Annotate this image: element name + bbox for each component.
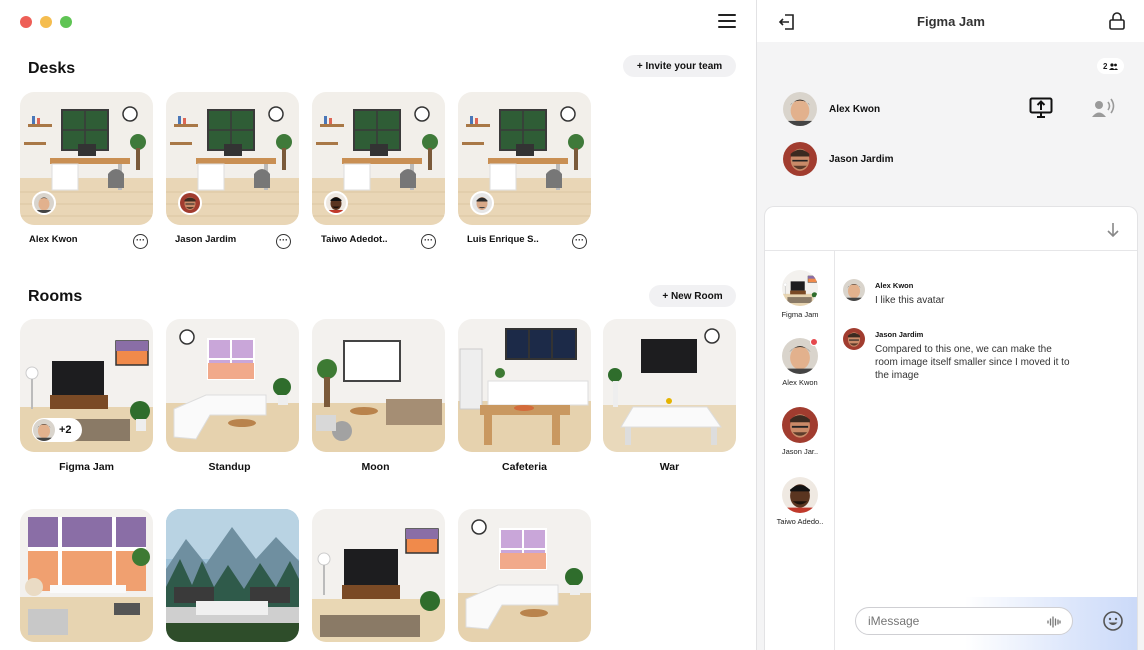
message-text: Compared to this one, we can make the ro… [875,344,1070,381]
avatar [843,328,865,350]
chat-room-figma-jam[interactable]: Figma Jam [765,270,835,319]
chat-message: Jason Jardim Compared to this one, we ca… [843,328,1075,382]
room-title: Figma Jam [917,14,985,29]
message-input-wrap [855,607,1073,635]
desk-owner-name: Jason Jardim [175,234,237,245]
rooms-title: Rooms [28,288,83,305]
avatar [33,419,55,441]
room-name: Standup [208,461,251,473]
room-image [312,319,445,452]
avatar [843,279,865,301]
room-panel-header: Figma Jam [757,0,1144,42]
chat-room-label: Jason Jar.. [781,447,819,456]
emoji-icon[interactable] [1102,610,1124,632]
unread-indicator [810,338,818,346]
avatar [32,191,56,215]
people-icon [1109,62,1119,70]
room-name: Moon [361,461,390,473]
member-count: 2 [1103,61,1108,71]
chat-room-taiwo[interactable]: Taiwo Adedo.. [765,477,835,526]
workspace-pane: Desks + Invite your team Alex Kwon Jason… [0,0,756,650]
avatar [470,191,494,215]
room-panel: Figma Jam 2 Alex Kwon Jason Jardim Figma… [756,0,1144,650]
minimize-window-button[interactable] [40,16,52,28]
chevron-down-icon[interactable] [1105,221,1121,239]
chat-message: Alex Kwon I like this avatar [843,279,1075,307]
chat-panel: Figma Jam Alex Kwon Jason Jar.. Taiwo Ad… [764,206,1138,650]
room-card-figma-jam[interactable]: +2 [20,319,153,452]
new-room-button[interactable]: + New Room [649,285,736,307]
room-thumbnail [782,270,818,306]
avatar [178,191,202,215]
message-text: I like this avatar [875,295,945,306]
desk-card-taiwo[interactable] [312,92,445,225]
participants-count: +2 [59,424,72,436]
desk-owner-name: Taiwo Adedot.. [321,234,388,245]
room-image [603,319,736,452]
chat-bubble-icon[interactable] [572,234,587,249]
room-image [20,509,153,642]
avatar [324,191,348,215]
chat-room-label: Taiwo Adedo.. [776,517,824,526]
lock-icon[interactable] [1107,11,1127,31]
zoom-window-button[interactable] [60,16,72,28]
room-card-moon[interactable] [312,319,445,452]
room-card[interactable] [20,509,153,642]
desk-card-luis[interactable] [458,92,591,225]
chat-rooms-list: Figma Jam Alex Kwon Jason Jar.. Taiwo Ad… [765,251,835,650]
close-window-button[interactable] [20,16,32,28]
speaking-icon[interactable] [1091,97,1115,119]
room-card-war[interactable] [603,319,736,452]
room-image [166,319,299,452]
member-row[interactable]: Alex Kwon [783,92,880,126]
room-image [458,509,591,642]
member-row[interactable]: Jason Jardim [783,142,893,176]
window-controls [20,16,72,28]
desk-card-alex-kwon[interactable] [20,92,153,225]
desk-owner-name: Alex Kwon [29,234,78,245]
room-card[interactable] [166,509,299,642]
chat-bubble-icon[interactable] [421,234,436,249]
voice-waveform-icon[interactable] [1046,614,1062,630]
chat-bubble-icon[interactable] [133,234,148,249]
avatar [783,142,817,176]
room-image [458,319,591,452]
room-image [312,509,445,642]
room-card-standup[interactable] [166,319,299,452]
member-count-badge: 2 [1097,58,1125,74]
desks-title: Desks [28,60,76,77]
chat-room-jason[interactable]: Jason Jar.. [765,407,835,456]
chat-room-alex-kwon[interactable]: Alex Kwon [765,338,835,387]
room-name: Figma Jam [59,461,114,473]
member-name: Alex Kwon [829,103,881,115]
room-name: Cafeteria [502,461,547,473]
desk-card-jason-jardim[interactable] [166,92,299,225]
message-author: Alex Kwon [875,281,914,290]
avatar [783,92,817,126]
chat-room-label: Alex Kwon [782,378,818,387]
desk-owner-name: Luis Enrique S.. [467,234,539,245]
room-card-cafeteria[interactable] [458,319,591,452]
avatar [782,407,818,443]
chat-topbar [765,207,1137,251]
room-name: War [659,461,680,473]
menu-icon[interactable] [718,14,736,30]
chat-room-label: Figma Jam [781,310,819,319]
screen-share-icon[interactable] [1029,97,1053,119]
message-author: Jason Jardim [875,330,924,339]
invite-team-button[interactable]: + Invite your team [623,55,736,77]
participants-badge: +2 [32,418,82,442]
message-input[interactable] [868,614,1048,628]
room-card[interactable] [312,509,445,642]
room-image [166,509,299,642]
member-name: Jason Jardim [829,153,894,165]
avatar [782,477,818,513]
room-card[interactable] [458,509,591,642]
chat-bubble-icon[interactable] [276,234,291,249]
